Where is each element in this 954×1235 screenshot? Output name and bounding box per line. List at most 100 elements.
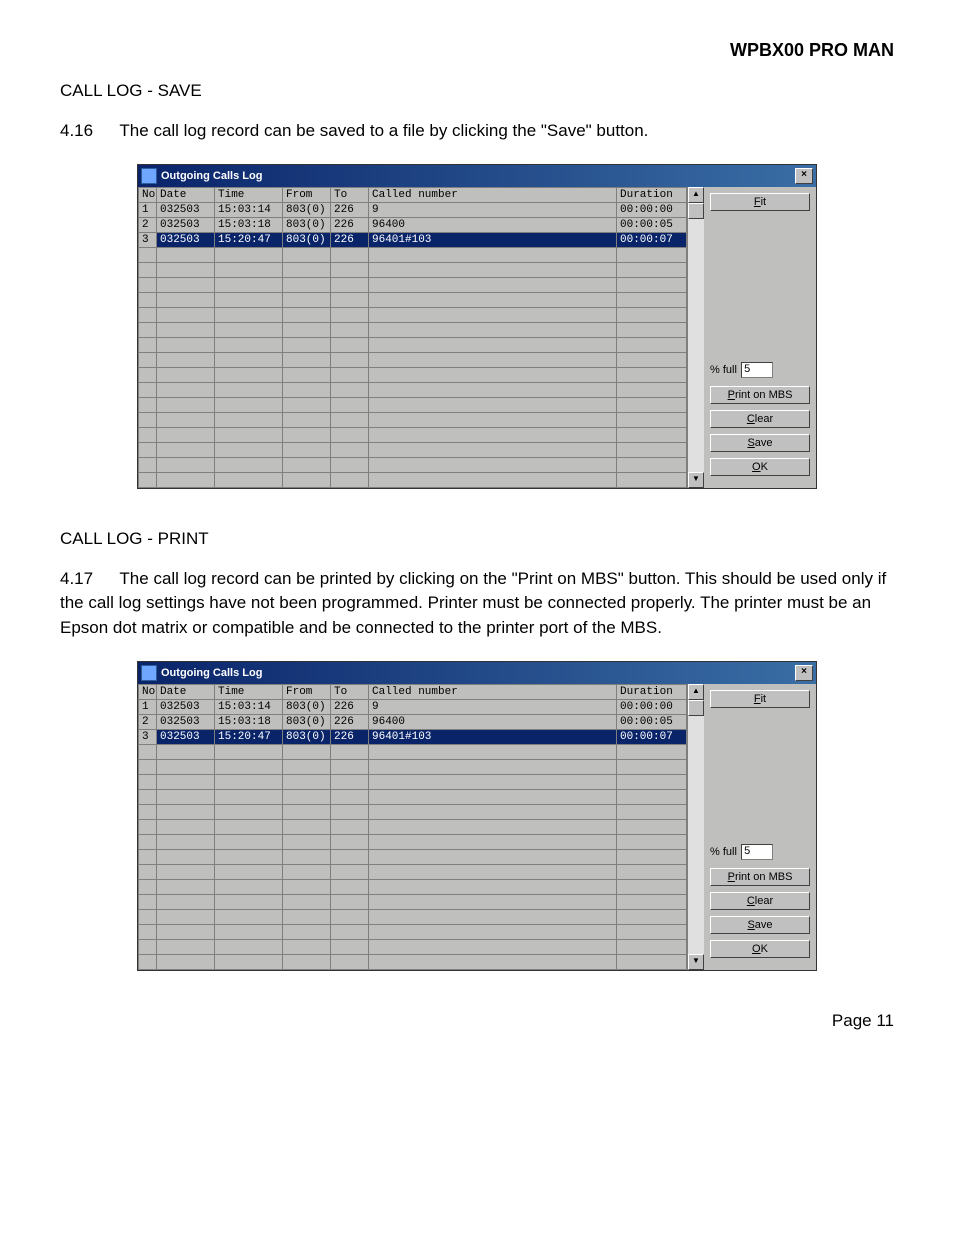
- section-print-title: CALL LOG - PRINT: [60, 529, 894, 549]
- grid-header-row: No Date Time From To Called number Durat…: [139, 187, 687, 202]
- close-icon[interactable]: ×: [795, 168, 813, 184]
- table-row-selected[interactable]: 3 032503 15:20:47 803(0) 226 96401#103 0…: [139, 232, 687, 247]
- table-row[interactable]: [139, 939, 687, 954]
- pct-full-label: % full: [710, 846, 737, 858]
- table-row[interactable]: [139, 774, 687, 789]
- table-row[interactable]: [139, 457, 687, 472]
- scroll-track[interactable]: [688, 219, 704, 472]
- table-row[interactable]: [139, 382, 687, 397]
- para-save-num: 4.16: [60, 119, 115, 144]
- table-row[interactable]: [139, 307, 687, 322]
- scroll-thumb[interactable]: [688, 700, 704, 716]
- table-row[interactable]: 1 032503 15:03:14 803(0) 226 9 00:00:00: [139, 699, 687, 714]
- table-row[interactable]: [139, 397, 687, 412]
- table-row[interactable]: [139, 804, 687, 819]
- table-row[interactable]: [139, 879, 687, 894]
- col-to[interactable]: To: [331, 684, 369, 699]
- table-row[interactable]: [139, 834, 687, 849]
- table-row[interactable]: [139, 789, 687, 804]
- table-row[interactable]: [139, 819, 687, 834]
- para-save-text: The call log record can be saved to a fi…: [119, 121, 648, 140]
- col-called[interactable]: Called number: [369, 187, 617, 202]
- table-row[interactable]: [139, 924, 687, 939]
- window-title: Outgoing Calls Log: [161, 667, 262, 679]
- close-icon[interactable]: ×: [795, 665, 813, 681]
- col-date[interactable]: Date: [157, 187, 215, 202]
- print-on-mbs-button[interactable]: Print on MBS: [710, 386, 810, 404]
- print-on-mbs-button[interactable]: Print on MBS: [710, 868, 810, 886]
- grid-header-row: No Date Time From To Called number Durat…: [139, 684, 687, 699]
- side-panel: Fit % full 5 Print on MBS Clear Save OK: [704, 187, 816, 488]
- scroll-down-icon[interactable]: ▼: [688, 472, 704, 488]
- pct-full-input[interactable]: 5: [741, 844, 773, 860]
- pct-full-label: % full: [710, 364, 737, 376]
- table-row[interactable]: [139, 472, 687, 487]
- fit-button[interactable]: Fit: [710, 690, 810, 708]
- scroll-thumb[interactable]: [688, 203, 704, 219]
- table-row[interactable]: [139, 367, 687, 382]
- table-row[interactable]: [139, 322, 687, 337]
- scroll-down-icon[interactable]: ▼: [688, 954, 704, 970]
- col-no[interactable]: No: [139, 684, 157, 699]
- col-no[interactable]: No: [139, 187, 157, 202]
- table-row[interactable]: 2 032503 15:03:18 803(0) 226 96400 00:00…: [139, 714, 687, 729]
- table-row[interactable]: [139, 247, 687, 262]
- table-row[interactable]: [139, 277, 687, 292]
- ok-button[interactable]: OK: [710, 458, 810, 476]
- fit-button[interactable]: Fit: [710, 193, 810, 211]
- col-dur[interactable]: Duration: [617, 187, 687, 202]
- section-save-title: CALL LOG - SAVE: [60, 81, 894, 101]
- col-time[interactable]: Time: [215, 684, 283, 699]
- col-from[interactable]: From: [283, 684, 331, 699]
- col-from[interactable]: From: [283, 187, 331, 202]
- call-log-grid[interactable]: No Date Time From To Called number Durat…: [138, 187, 687, 488]
- side-panel: Fit % full 5 Print on MBS Clear Save OK: [704, 684, 816, 970]
- col-date[interactable]: Date: [157, 684, 215, 699]
- col-time[interactable]: Time: [215, 187, 283, 202]
- app-icon: [141, 168, 157, 184]
- scroll-up-icon[interactable]: ▲: [688, 187, 704, 203]
- table-row[interactable]: [139, 442, 687, 457]
- table-row[interactable]: [139, 412, 687, 427]
- vertical-scrollbar[interactable]: ▲ ▼: [687, 684, 704, 970]
- clear-button[interactable]: Clear: [710, 410, 810, 428]
- page-number: Page 11: [60, 1011, 894, 1031]
- save-button[interactable]: Save: [710, 916, 810, 934]
- table-row[interactable]: [139, 262, 687, 277]
- table-row[interactable]: [139, 427, 687, 442]
- scroll-track[interactable]: [688, 716, 704, 954]
- scroll-up-icon[interactable]: ▲: [688, 684, 704, 700]
- outgoing-calls-log-window: Outgoing Calls Log × No Date Time From T…: [137, 164, 817, 489]
- col-dur[interactable]: Duration: [617, 684, 687, 699]
- app-icon: [141, 665, 157, 681]
- table-row[interactable]: [139, 352, 687, 367]
- save-button[interactable]: Save: [710, 434, 810, 452]
- table-row[interactable]: [139, 954, 687, 969]
- para-print: 4.17 The call log record can be printed …: [60, 567, 894, 641]
- table-row[interactable]: [139, 909, 687, 924]
- call-log-grid[interactable]: No Date Time From To Called number Durat…: [138, 684, 687, 970]
- col-called[interactable]: Called number: [369, 684, 617, 699]
- col-to[interactable]: To: [331, 187, 369, 202]
- table-row[interactable]: [139, 894, 687, 909]
- table-row[interactable]: [139, 744, 687, 759]
- clear-button[interactable]: Clear: [710, 892, 810, 910]
- table-row[interactable]: 2 032503 15:03:18 803(0) 226 96400 00:00…: [139, 217, 687, 232]
- para-save: 4.16 The call log record can be saved to…: [60, 119, 894, 144]
- table-row[interactable]: [139, 864, 687, 879]
- pct-full-input[interactable]: 5: [741, 362, 773, 378]
- ok-button[interactable]: OK: [710, 940, 810, 958]
- para-print-text: The call log record can be printed by cl…: [60, 569, 886, 637]
- titlebar: Outgoing Calls Log ×: [138, 662, 816, 684]
- table-row[interactable]: [139, 337, 687, 352]
- para-print-num: 4.17: [60, 567, 115, 592]
- table-row[interactable]: [139, 759, 687, 774]
- titlebar: Outgoing Calls Log ×: [138, 165, 816, 187]
- table-row-selected[interactable]: 3 032503 15:20:47 803(0) 226 96401#103 0…: [139, 729, 687, 744]
- outgoing-calls-log-window: Outgoing Calls Log × No Date Time From T…: [137, 661, 817, 971]
- table-row[interactable]: 1 032503 15:03:14 803(0) 226 9 00:00:00: [139, 202, 687, 217]
- table-row[interactable]: [139, 292, 687, 307]
- table-row[interactable]: [139, 849, 687, 864]
- window-title: Outgoing Calls Log: [161, 170, 262, 182]
- vertical-scrollbar[interactable]: ▲ ▼: [687, 187, 704, 488]
